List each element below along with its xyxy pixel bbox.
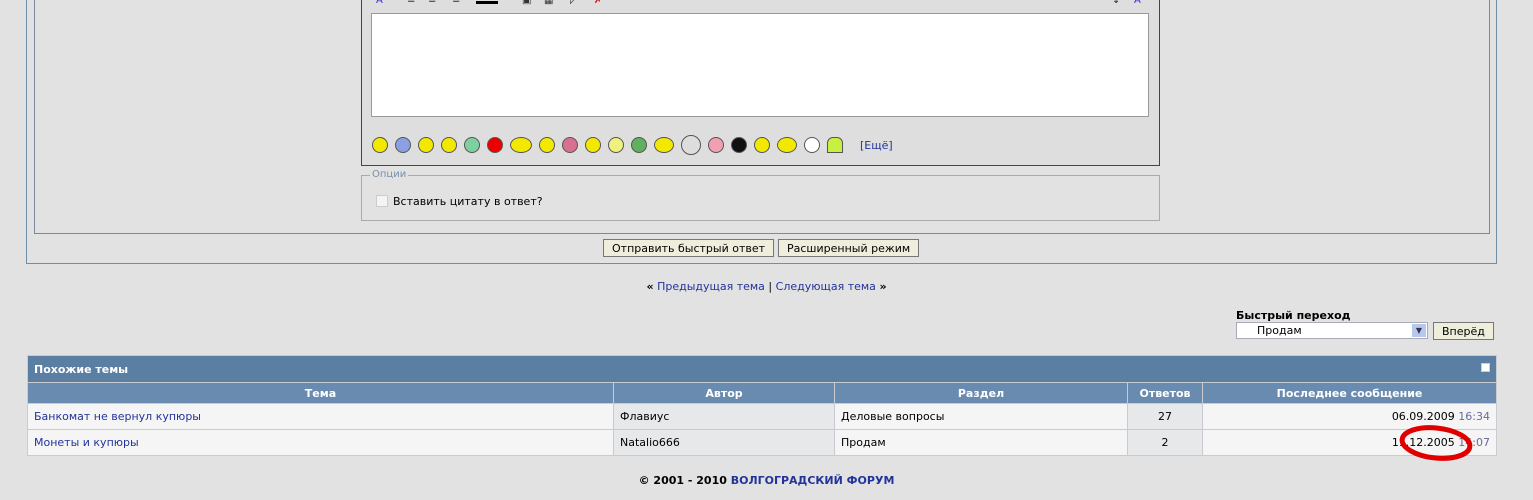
message-textarea[interactable] <box>371 13 1149 117</box>
next-arrows: » <box>879 280 887 293</box>
align-right-icon[interactable]: ≡ <box>452 0 460 6</box>
mad-icon[interactable] <box>562 137 578 153</box>
similar-threads-table: Похожие темы Тема Автор Раздел Ответов П… <box>27 355 1497 456</box>
table-icon[interactable]: ▦ <box>544 0 553 6</box>
message-editor: A ≡ ≡ ≡ ▣ ▦ ◸ ✗ ↕ A [Ещё] <box>361 0 1160 166</box>
quick-jump-select[interactable]: Продам ▼ <box>1236 322 1428 339</box>
replies: 27 <box>1127 403 1203 430</box>
author: Natalio666 <box>613 429 835 456</box>
red-circle-annotation <box>1399 425 1473 461</box>
quick-reply-button[interactable]: Отправить быстрый ответ <box>603 239 775 257</box>
ghost-icon[interactable] <box>827 137 843 153</box>
quick-jump-go-button[interactable]: Вперёд <box>1433 322 1494 340</box>
next-thread-link[interactable]: Следующая тема <box>776 280 876 293</box>
smilies-bar: [Ещё] <box>372 135 893 155</box>
confused-icon[interactable] <box>608 137 624 153</box>
similar-threads-title: Похожие темы <box>27 355 1497 383</box>
sick-icon[interactable] <box>631 137 647 153</box>
prev-thread-link[interactable]: Предыдущая тема <box>657 280 765 293</box>
author: Флавиус <box>613 403 835 430</box>
prev-arrows: « <box>646 280 654 293</box>
pig-icon[interactable] <box>708 137 724 153</box>
editor-toolbar: A ≡ ≡ ≡ ▣ ▦ ◸ ✗ ↕ A <box>372 0 1150 9</box>
angry-icon[interactable] <box>487 137 503 153</box>
smile-icon[interactable] <box>372 137 388 153</box>
options-fieldset: Опции Вставить цитату в ответ? <box>361 169 1160 221</box>
font-size-icon[interactable]: A <box>376 0 383 6</box>
remove-format-icon[interactable]: ✗ <box>594 0 602 6</box>
image-icon[interactable]: ▣ <box>522 0 531 6</box>
quick-jump-selected: Продам <box>1257 324 1302 337</box>
section: Деловые вопросы <box>834 403 1128 430</box>
col-last-post: Последнее сообщение <box>1202 382 1497 404</box>
music-icon[interactable] <box>654 137 674 153</box>
similar-threads-heading: Похожие темы <box>34 362 129 376</box>
cowboy-icon[interactable] <box>804 137 820 153</box>
col-replies: Ответов <box>1127 382 1203 404</box>
replies: 2 <box>1127 429 1203 456</box>
copyright: © 2001 - 2010 <box>638 474 727 487</box>
grin-icon[interactable] <box>464 137 480 153</box>
writing-icon[interactable] <box>510 137 532 153</box>
spider-icon[interactable] <box>731 137 747 153</box>
advanced-mode-button[interactable]: Расширенный режим <box>778 239 920 257</box>
table-row: Монеты и купюры Natalio666 Продам 2 11.1… <box>27 429 1497 456</box>
ok-icon[interactable] <box>754 137 770 153</box>
table-row: Банкомат не вернул купюры Флавиус Деловы… <box>27 403 1497 430</box>
smoke-icon[interactable] <box>777 137 797 153</box>
quote-checkbox[interactable] <box>376 195 388 207</box>
quote-checkbox-label[interactable]: Вставить цитату в ответ? <box>393 195 543 208</box>
color-icon[interactable] <box>476 1 498 4</box>
chevron-down-icon[interactable]: ▼ <box>1412 324 1426 337</box>
options-legend: Опции <box>370 169 409 180</box>
topic-link[interactable]: Монеты и купюры <box>34 436 139 449</box>
quote-icon[interactable]: ◸ <box>570 0 578 6</box>
align-center-icon[interactable]: ≡ <box>428 0 436 6</box>
col-section: Раздел <box>834 382 1128 404</box>
neutral-icon[interactable] <box>585 137 601 153</box>
sad-icon[interactable] <box>395 137 411 153</box>
wink-icon[interactable] <box>441 137 457 153</box>
col-author: Автор <box>613 382 835 404</box>
collapse-icon[interactable] <box>1481 362 1490 372</box>
hide-icon[interactable] <box>681 135 701 155</box>
resize-down-icon[interactable]: ↕ <box>1112 0 1120 6</box>
resize-up-icon[interactable]: A <box>1134 0 1141 6</box>
section: Продам <box>834 429 1128 456</box>
col-topic: Тема <box>27 382 614 404</box>
topic-link[interactable]: Банкомат не вернул купюры <box>34 410 201 423</box>
thread-navigation: « Предыдущая тема | Следующая тема » <box>0 280 1533 293</box>
happy-icon[interactable] <box>418 137 434 153</box>
nav-separator: | <box>768 280 773 293</box>
site-link[interactable]: ВОЛГОГРАДСКИЙ ФОРУМ <box>731 474 895 487</box>
more-smilies-link[interactable]: [Ещё] <box>860 139 893 152</box>
footer: © 2001 - 2010 ВОЛГОГРАДСКИЙ ФОРУМ <box>0 474 1533 487</box>
quick-jump-label: Быстрый переход <box>1236 309 1351 322</box>
align-left-icon[interactable]: ≡ <box>407 0 415 6</box>
cool-icon[interactable] <box>539 137 555 153</box>
